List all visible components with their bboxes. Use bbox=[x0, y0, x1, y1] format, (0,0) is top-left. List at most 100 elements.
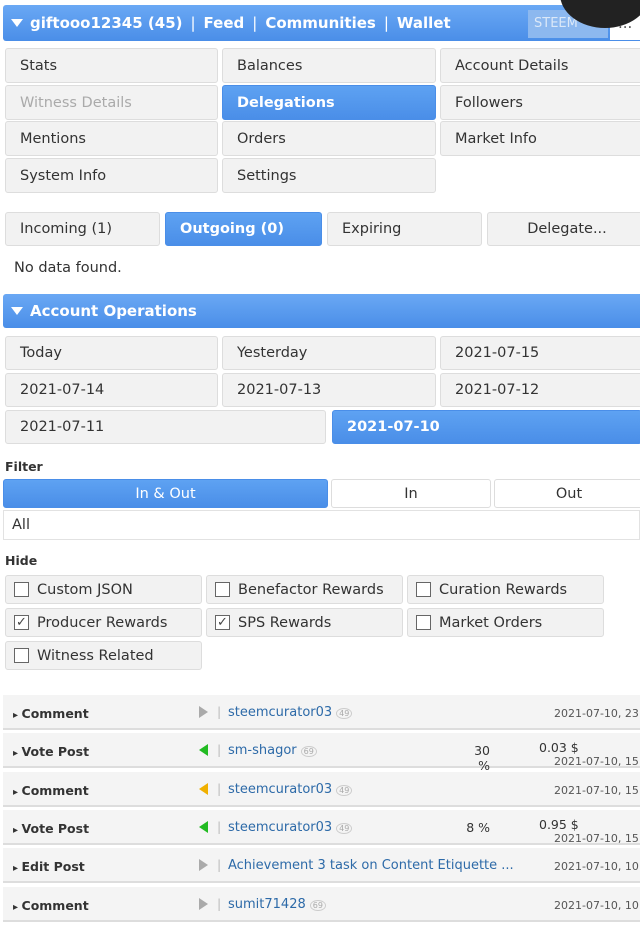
account-link[interactable]: Achievement 3 task on Content Etiquette … bbox=[228, 858, 514, 873]
date-today[interactable]: Today bbox=[5, 336, 218, 370]
operation-row[interactable]: Comment | sumit7142869 2021-07-10, 10:17 bbox=[3, 886, 640, 922]
filter-tab-1[interactable]: In bbox=[331, 479, 491, 508]
operation-target[interactable]: steemcurator03 49 bbox=[228, 820, 353, 835]
reputation-badge: 69 bbox=[309, 899, 326, 911]
filter-tab-2[interactable]: Out bbox=[494, 479, 640, 508]
divider: | bbox=[217, 857, 222, 873]
divider: | bbox=[217, 818, 222, 834]
checkbox[interactable]: ✓ bbox=[215, 615, 230, 630]
timestamp: 2021-07-10, 10:17 bbox=[554, 898, 640, 912]
incoming-arrow-icon bbox=[199, 820, 208, 833]
timestamp: 2021-07-10, 23:29 bbox=[554, 707, 640, 720]
delegation-tab-2[interactable]: Expiring bbox=[327, 212, 482, 246]
delegation-tab-0[interactable]: Incoming (1) bbox=[5, 212, 160, 246]
timestamp: 2021-07-10, 15:3 bbox=[554, 831, 640, 845]
no-data-text: No data found. bbox=[14, 260, 122, 276]
operation-target[interactable]: sm-shagor 69 bbox=[228, 743, 317, 758]
menu-mentions[interactable]: Mentions bbox=[5, 121, 218, 156]
operation-type[interactable]: Vote Post bbox=[13, 821, 90, 836]
filter-select[interactable]: All bbox=[3, 510, 640, 540]
menu-market-info[interactable]: Market Info bbox=[440, 121, 640, 156]
menu-balances[interactable]: Balances bbox=[222, 48, 436, 83]
timestamp: 2021-07-10, 15:3 bbox=[554, 755, 640, 769]
account-link[interactable]: steemcurator03 bbox=[228, 820, 332, 835]
delegation-tab-1[interactable]: Outgoing (0) bbox=[165, 212, 322, 246]
operation-type[interactable]: Comment bbox=[13, 898, 89, 913]
reputation-badge: 49 bbox=[336, 784, 353, 796]
operation-row[interactable]: Vote Post | sm-shagor69 30 % 0.03 $2021-07-1… bbox=[3, 733, 640, 773]
menu-account-details[interactable]: Account Details bbox=[440, 48, 640, 83]
checkbox[interactable]: ✓ bbox=[14, 615, 29, 630]
collapse-icon[interactable] bbox=[11, 19, 23, 27]
checkbox[interactable] bbox=[215, 582, 230, 597]
operation-row[interactable]: Edit Post | Achievement 3 task on Content … bbox=[3, 848, 640, 884]
user-link[interactable]: giftooo12345 (45) bbox=[30, 14, 182, 32]
checkbox[interactable] bbox=[416, 582, 431, 597]
operation-row[interactable]: Vote Post | steemcurator03 49 8 % 0.95 $2021-… bbox=[3, 809, 640, 845]
checkbox[interactable] bbox=[416, 615, 431, 630]
date-2021-07-14[interactable]: 2021-07-14 bbox=[5, 373, 218, 407]
checkbox-label: Producer Rewards bbox=[37, 614, 168, 631]
operation-target[interactable]: steemcurator03 49 bbox=[228, 782, 353, 797]
communities-link[interactable]: Communities bbox=[265, 14, 376, 32]
date-2021-07-15[interactable]: 2021-07-15 bbox=[440, 336, 640, 370]
date-2021-07-10[interactable]: 2021-07-10 bbox=[332, 410, 640, 444]
divider: | bbox=[217, 895, 222, 911]
menu-delegations[interactable]: Delegations bbox=[222, 85, 436, 120]
date-2021-07-13[interactable]: 2021-07-13 bbox=[222, 373, 436, 407]
section-title: Account Operations bbox=[30, 302, 197, 320]
account-link[interactable]: sumit71428 bbox=[228, 897, 306, 912]
menu-settings[interactable]: Settings bbox=[222, 158, 436, 193]
checkbox[interactable] bbox=[14, 648, 29, 663]
checkbox-label: Custom JSON bbox=[37, 581, 133, 598]
collapse-icon bbox=[11, 307, 23, 315]
divider: | bbox=[217, 780, 222, 796]
menu-orders[interactable]: Orders bbox=[222, 121, 436, 156]
operation-type[interactable]: Edit Post bbox=[13, 859, 85, 874]
account-operations-header[interactable]: Account Operations bbox=[3, 294, 640, 328]
outgoing-arrow-icon bbox=[199, 706, 208, 718]
account-link[interactable]: steemcurator03 bbox=[228, 782, 332, 797]
operation-type[interactable]: Comment bbox=[13, 706, 89, 721]
menu-followers[interactable]: Followers bbox=[440, 85, 640, 120]
operation-type[interactable]: Comment bbox=[13, 783, 89, 798]
filter-tab-0[interactable]: In & Out bbox=[3, 479, 328, 508]
vote-value: 0.95 $ bbox=[539, 816, 579, 832]
vote-percent: 30 % bbox=[474, 743, 490, 774]
hide-option[interactable]: Market Orders bbox=[407, 608, 604, 637]
operation-target[interactable]: steemcurator03 49 bbox=[228, 705, 353, 720]
delegation-tab-3[interactable]: Delegate... bbox=[487, 212, 640, 246]
timestamp: 2021-07-10, 15:3 bbox=[554, 783, 640, 797]
account-link[interactable]: steemcurator03 bbox=[228, 705, 332, 720]
menu-stats[interactable]: Stats bbox=[5, 48, 218, 83]
operation-target[interactable]: Achievement 3 task on Content Etiquette … bbox=[228, 858, 514, 873]
checkbox-label: Witness Related bbox=[37, 647, 154, 664]
menu-witness-details[interactable]: Witness Details bbox=[5, 85, 218, 120]
divider: | bbox=[217, 742, 222, 758]
checkbox-label: SPS Rewards bbox=[238, 614, 332, 631]
menu-system-info[interactable]: System Info bbox=[5, 158, 218, 193]
date-yesterday[interactable]: Yesterday bbox=[222, 336, 436, 370]
hide-option[interactable]: Witness Related bbox=[5, 641, 202, 670]
divider: | bbox=[217, 704, 222, 719]
hide-option[interactable]: ✓ Producer Rewards bbox=[5, 608, 202, 637]
reputation-badge: 49 bbox=[336, 708, 353, 719]
checkbox[interactable] bbox=[14, 582, 29, 597]
account-link[interactable]: sm-shagor bbox=[228, 743, 297, 758]
timestamp: 2021-07-10, 10:18 bbox=[554, 860, 640, 874]
incoming-arrow-icon bbox=[199, 744, 208, 757]
date-2021-07-12[interactable]: 2021-07-12 bbox=[440, 373, 640, 407]
operation-target[interactable]: sumit71428 69 bbox=[228, 897, 326, 912]
operation-row[interactable]: Comment | steemcurator03 49 2021-07-10, 15:3 bbox=[3, 771, 640, 807]
operation-type[interactable]: Vote Post bbox=[13, 744, 90, 759]
hide-option[interactable]: Curation Rewards bbox=[407, 575, 604, 604]
outgoing-arrow-icon bbox=[199, 897, 208, 910]
wallet-link[interactable]: Wallet bbox=[397, 14, 451, 32]
operation-row[interactable]: Comment | steemcurator03 49 2021-07-10, 23:2… bbox=[3, 695, 640, 730]
date-2021-07-11[interactable]: 2021-07-11 bbox=[5, 410, 326, 444]
hide-option[interactable]: Benefactor Rewards bbox=[206, 575, 403, 604]
feed-link[interactable]: Feed bbox=[204, 14, 245, 32]
hide-option[interactable]: Custom JSON bbox=[5, 575, 202, 604]
outgoing-arrow-icon bbox=[199, 859, 208, 872]
hide-option[interactable]: ✓ SPS Rewards bbox=[206, 608, 403, 637]
